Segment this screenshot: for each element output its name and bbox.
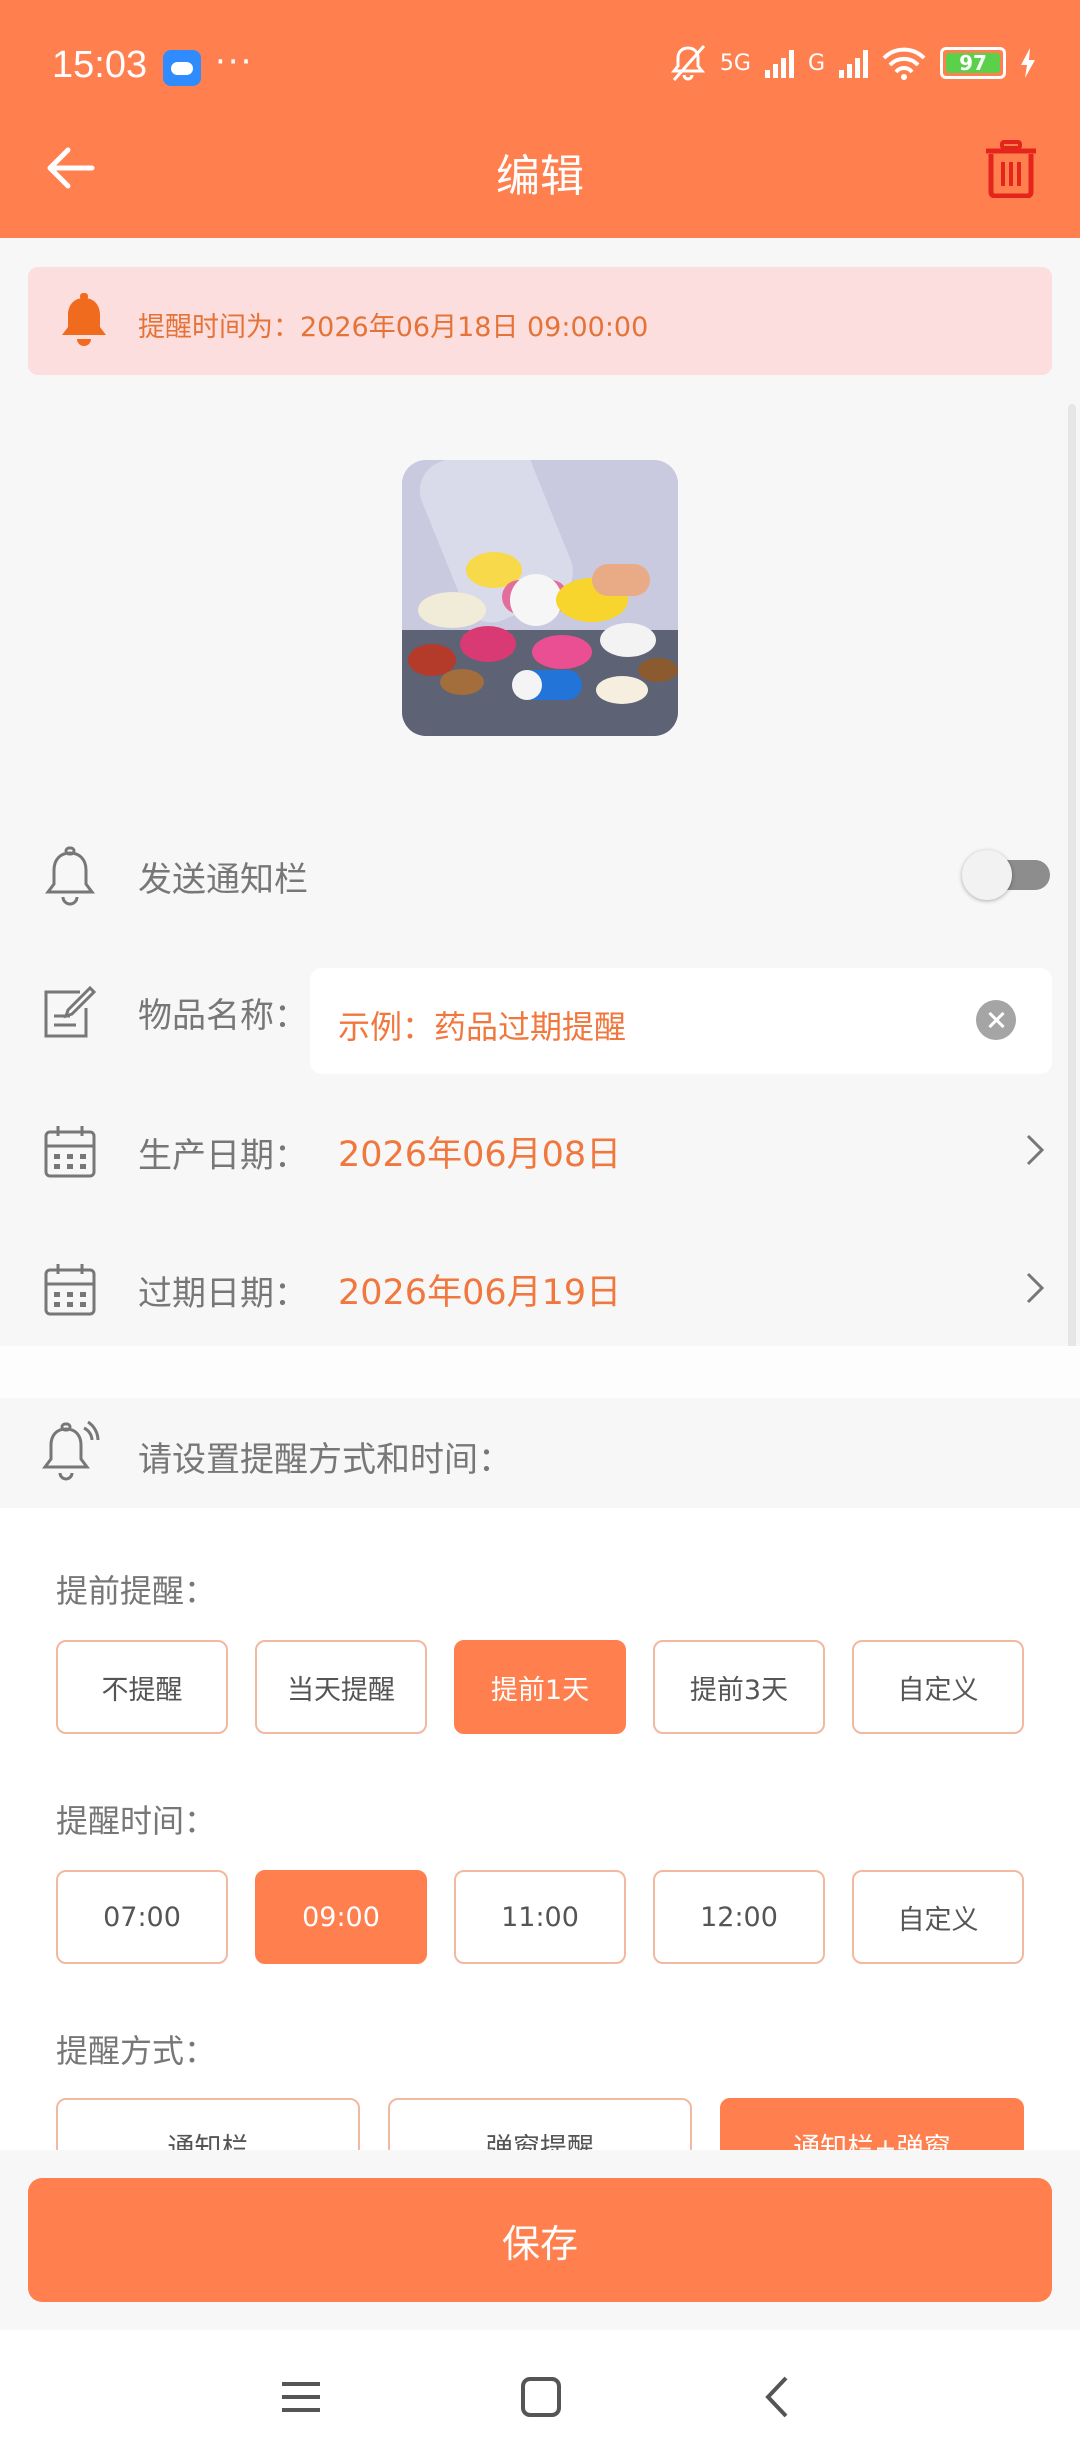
reminder-banner: 提醒时间为：2026年06月18日 09:00:00 bbox=[28, 267, 1052, 375]
item-photo[interactable] bbox=[402, 460, 678, 736]
remind-time-title: 提醒时间： bbox=[56, 1802, 217, 1840]
mute-bell-icon bbox=[670, 45, 706, 81]
reminder-time-text: 提醒时间为：2026年06月18日 09:00:00 bbox=[138, 312, 649, 343]
expiry-date-row[interactable]: 过期日期： 2026年06月19日 bbox=[0, 1228, 1080, 1348]
save-bar: 保存 bbox=[0, 2150, 1080, 2330]
item-name-row: 物品名称： 示例：药品过期提醒 bbox=[0, 950, 1080, 1074]
method-option-popup[interactable]: 弹窗提醒 bbox=[388, 2098, 692, 2150]
home-icon[interactable] bbox=[514, 2370, 568, 2424]
item-name-label: 物品名称： bbox=[138, 996, 308, 1036]
notify-label: 发送通知栏 bbox=[138, 860, 308, 900]
cloud-app-icon bbox=[163, 50, 201, 86]
notify-toggle[interactable] bbox=[962, 850, 1050, 900]
remind-settings-heading: 请设置提醒方式和时间： bbox=[138, 1440, 512, 1480]
advance-remind-title: 提前提醒： bbox=[56, 1572, 217, 1610]
bell-icon bbox=[62, 293, 106, 346]
menu-icon[interactable] bbox=[274, 2370, 328, 2424]
remind-method-title: 提醒方式： bbox=[56, 2032, 217, 2070]
advance-option-1-day[interactable]: 提前1天 bbox=[454, 1640, 626, 1734]
edit-note-icon bbox=[44, 985, 97, 1038]
status-bar: 15:03 ··· 5G G 97 bbox=[0, 0, 1080, 135]
signal-icon-2 bbox=[839, 48, 868, 78]
charging-icon bbox=[1021, 48, 1035, 78]
production-date-row[interactable]: 生产日期： 2026年06月08日 bbox=[0, 1090, 1080, 1210]
clear-input-icon[interactable] bbox=[976, 1000, 1016, 1040]
calendar-icon bbox=[44, 1126, 96, 1178]
advance-option-custom[interactable]: 自定义 bbox=[852, 1640, 1024, 1734]
advance-option-same-day[interactable]: 当天提醒 bbox=[255, 1640, 427, 1734]
calendar-icon bbox=[44, 1264, 96, 1316]
status-time: 15:03 bbox=[52, 44, 148, 86]
time-option-custom[interactable]: 自定义 bbox=[852, 1870, 1024, 1964]
battery-icon: 97 bbox=[940, 47, 1006, 79]
alarm-bell-icon bbox=[42, 1420, 100, 1481]
system-nav-bar bbox=[0, 2330, 1080, 2460]
delete-trash-icon[interactable] bbox=[984, 140, 1038, 198]
network-type-label: 5G bbox=[719, 50, 751, 76]
expiry-date-label: 过期日期： bbox=[138, 1274, 308, 1314]
page-title: 编辑 bbox=[496, 151, 584, 202]
chevron-right-icon bbox=[1026, 1272, 1045, 1304]
advance-option-none[interactable]: 不提醒 bbox=[56, 1640, 228, 1734]
chevron-right-icon bbox=[1026, 1134, 1045, 1166]
item-name-placeholder: 示例：药品过期提醒 bbox=[338, 1008, 627, 1046]
battery-level: 97 bbox=[959, 51, 987, 75]
wifi-icon bbox=[882, 47, 926, 80]
network-type-label-2: G bbox=[807, 50, 825, 76]
section-divider bbox=[0, 1346, 1080, 1398]
remind-settings-header: 请设置提醒方式和时间： bbox=[0, 1398, 1080, 1508]
production-date-label: 生产日期： bbox=[138, 1136, 308, 1176]
time-option-1100[interactable]: 11:00 bbox=[454, 1870, 626, 1964]
method-option-notification[interactable]: 通知栏 bbox=[56, 2098, 360, 2150]
time-option-0700[interactable]: 07:00 bbox=[56, 1870, 228, 1964]
production-date-value: 2026年06月08日 bbox=[338, 1135, 622, 1175]
save-button[interactable]: 保存 bbox=[28, 2178, 1052, 2302]
app-header: 15:03 ··· 5G G 97 编辑 bbox=[0, 0, 1080, 238]
time-option-1200[interactable]: 12:00 bbox=[653, 1870, 825, 1964]
remind-options-card: 提前提醒： 不提醒 当天提醒 提前1天 提前3天 自定义 提醒时间： 07:00… bbox=[0, 1508, 1080, 2150]
method-option-both[interactable]: 通知栏+弹窗 bbox=[720, 2098, 1024, 2150]
time-option-0900[interactable]: 09:00 bbox=[255, 1870, 427, 1964]
expiry-date-value: 2026年06月19日 bbox=[338, 1273, 622, 1313]
status-icons: 5G G 97 bbox=[670, 44, 1036, 82]
signal-icon bbox=[764, 48, 794, 78]
bell-outline-icon bbox=[45, 846, 95, 906]
advance-option-3-days[interactable]: 提前3天 bbox=[653, 1640, 825, 1734]
more-notifications-icon: ··· bbox=[215, 42, 254, 82]
item-name-input[interactable]: 示例：药品过期提醒 bbox=[310, 968, 1052, 1074]
notify-row: 发送通知栏 bbox=[0, 814, 1080, 934]
back-nav-icon[interactable] bbox=[752, 2370, 806, 2424]
